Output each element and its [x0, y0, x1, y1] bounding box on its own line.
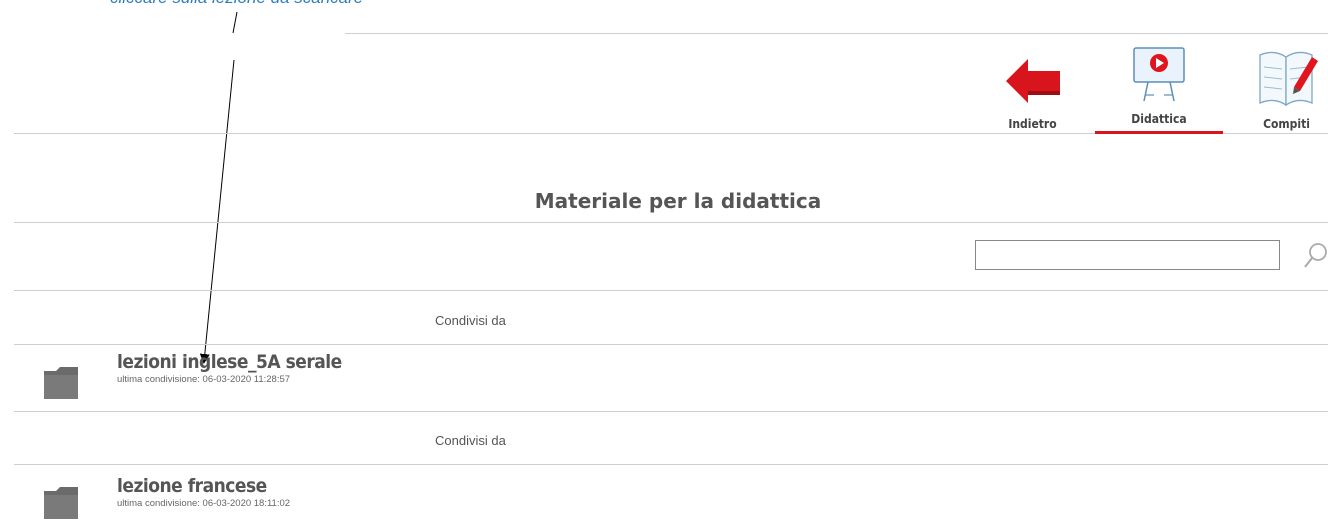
row-divider	[14, 411, 1328, 412]
folder-title[interactable]: lezioni inglese_5A serale	[117, 351, 342, 373]
search-divider	[14, 290, 1328, 291]
page-title: Materiale per la didattica	[534, 189, 822, 213]
folder-item-lezioni-inglese[interactable]: lezioni inglese_5A serale ultima condivi…	[0, 345, 1328, 411]
folder-icon	[42, 365, 80, 405]
folder-icon	[42, 485, 80, 525]
folder-last-shared: ultima condivisione: 06-03-2020 11:28:57	[117, 374, 291, 385]
back-button[interactable]: Indietro	[995, 45, 1070, 133]
annotation-label: cliccare sulla lezione da scaricare	[110, 0, 363, 8]
top-divider	[345, 33, 1328, 34]
compiti-label: Compiti	[1263, 117, 1310, 131]
folder-item-lezione-francese[interactable]: lezione francese ultima condivisione: 06…	[0, 465, 1328, 528]
shared-by-label: Condivisi da	[435, 313, 506, 328]
back-arrow-icon	[1004, 55, 1062, 111]
active-tab-indicator	[1095, 131, 1223, 134]
whiteboard-play-icon	[1128, 45, 1190, 111]
shared-by-label: Condivisi da	[435, 433, 506, 448]
didattica-label: Didattica	[1131, 112, 1187, 126]
title-divider	[14, 222, 1328, 223]
notebook-pen-icon	[1252, 47, 1322, 113]
search-icon[interactable]	[1302, 241, 1328, 275]
tab-didattica[interactable]: Didattica	[1095, 45, 1223, 134]
search-input[interactable]	[975, 240, 1280, 270]
folder-title[interactable]: lezione francese	[117, 475, 267, 497]
tab-compiti[interactable]: Compiti	[1245, 45, 1328, 133]
folder-last-shared: ultima condivisione: 06-03-2020 18:11:02	[117, 498, 291, 509]
back-label: Indietro	[1008, 117, 1057, 131]
